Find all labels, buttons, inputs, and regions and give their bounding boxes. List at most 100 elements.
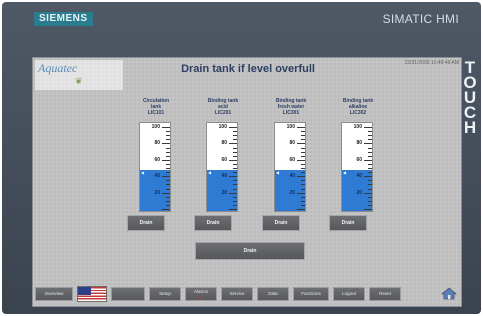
tank-tag: LIC201 <box>214 110 232 116</box>
gauge-tick <box>368 172 372 174</box>
gauge-tick <box>166 204 170 206</box>
level-gauge: 100 80 60 40 20 ◀ <box>341 122 373 212</box>
drain-fresh-water-button[interactable]: Drain <box>262 215 300 231</box>
level-gauge: 100 80 60 40 20 ◀ <box>206 122 238 212</box>
gauge-tick <box>162 127 170 128</box>
drain-circulation-button[interactable]: Drain <box>127 215 165 231</box>
home-icon[interactable] <box>441 287 457 300</box>
gauge-tick <box>166 200 170 202</box>
gauge-tick <box>297 176 305 178</box>
gauge-tick <box>368 151 372 153</box>
tank-label: Binding tank alkaline LIC302 <box>333 98 383 122</box>
gauge-tick <box>368 200 372 202</box>
gauge-tick <box>162 143 170 145</box>
gauge-tick <box>368 188 372 190</box>
gauge-tick <box>364 209 372 210</box>
tank-circulation: Circulation tank LIC101 100 80 60 40 20 ◀ <box>131 98 181 212</box>
tank-label: Circulation tank LIC101 <box>131 98 181 122</box>
gauge-tick <box>162 209 170 210</box>
tank-acid: Binding tank acid LIC201 100 80 60 40 20 ◀ <box>198 98 248 212</box>
nav-functions-button[interactable]: Functions <box>293 287 329 301</box>
drain-alkaline-button[interactable]: Drain <box>329 215 367 231</box>
gauge-tick <box>233 172 237 174</box>
hmi-screen: Aquatec ❦ Drain tank if level overfull 1… <box>32 57 462 307</box>
level-marker-icon: ◀ <box>343 170 347 176</box>
tank-tag: LIC302 <box>349 110 367 116</box>
gauge-tick <box>368 180 372 182</box>
gauge-tick <box>368 168 372 169</box>
gauge-tick-label: 60 <box>289 156 295 163</box>
level-marker-icon: ◀ <box>141 170 145 176</box>
level-gauge: 100 80 60 40 20 ◀ <box>139 122 171 212</box>
date-time-display: 12/31/2000 10:49:49 AM <box>404 60 460 66</box>
gauge-tick <box>162 192 170 194</box>
gauge-tick <box>233 147 237 149</box>
gauge-tick-label: 80 <box>289 140 295 147</box>
gauge-tick <box>301 135 305 137</box>
page-title: Drain tank if level overfull <box>181 63 315 75</box>
drain-acid-button[interactable]: Drain <box>194 215 232 231</box>
gauge-tick <box>364 192 372 194</box>
gauge-tick <box>233 163 237 165</box>
gauge-tick <box>233 196 237 198</box>
tank-tag: LIC301 <box>282 110 300 116</box>
gauge-tick <box>233 184 237 186</box>
gauge-tick <box>301 155 305 157</box>
gauge-tick <box>301 200 305 202</box>
nav-alarms-button[interactable]: Alarms ⚠ <box>185 287 217 301</box>
gauge-tick <box>162 159 170 161</box>
gauge-tick <box>229 192 237 194</box>
gauge-tick <box>233 168 237 169</box>
gauge-tick <box>166 168 170 169</box>
drain-all-button[interactable]: Drain <box>195 242 305 260</box>
gauge-tick <box>368 135 372 137</box>
gauge-tick <box>364 176 372 178</box>
gauge-tick <box>301 131 305 133</box>
nav-logout-button[interactable]: Logout <box>333 287 365 301</box>
nav-overview-button[interactable]: Overview <box>35 287 73 301</box>
gauge-tick <box>166 180 170 182</box>
gauge-tick <box>368 131 372 133</box>
gauge-tick <box>301 180 305 182</box>
gauge-tick-label: 20 <box>154 189 160 196</box>
tank-label: Binding tank fresh water LIC301 <box>266 98 316 122</box>
nav-blank-button[interactable] <box>111 287 145 301</box>
gauge-tick <box>166 184 170 186</box>
gauge-tick <box>301 151 305 153</box>
gauge-tick <box>301 172 305 174</box>
nav-data-button[interactable]: Data <box>257 287 289 301</box>
gauge-tick <box>297 143 305 145</box>
gauge-tick <box>229 209 237 210</box>
gauge-tick <box>166 135 170 137</box>
gauge-tick <box>368 163 372 165</box>
gauge-tick <box>166 151 170 153</box>
nav-reset-button[interactable]: Reset <box>369 287 401 301</box>
gauge-tick <box>233 131 237 133</box>
tank-label: Binding tank acid LIC201 <box>198 98 248 122</box>
gauge-tick <box>368 155 372 157</box>
gauge-tick-label: 40 <box>356 173 362 180</box>
gauge-tick-label: 20 <box>221 189 227 196</box>
gauge-tick <box>166 131 170 133</box>
tank-alkaline: Binding tank alkaline LIC302 100 80 60 40 20… <box>333 98 383 212</box>
gauge-tick <box>233 200 237 202</box>
gauge-tick <box>166 155 170 157</box>
gauge-tick-label: 80 <box>221 140 227 147</box>
gauge-tick-label: 100 <box>286 124 295 130</box>
nav-service-button[interactable]: Service <box>221 287 253 301</box>
gauge-tick-label: 20 <box>289 189 295 196</box>
gauge-tick <box>301 147 305 149</box>
gauge-tick <box>368 147 372 149</box>
hmi-bezel: SIEMENS SIMATIC HMI TOUCH Aquatec ❦ Drai… <box>2 2 481 314</box>
gauge-tick-label: 60 <box>154 156 160 163</box>
gauge-tick <box>166 172 170 174</box>
level-marker-icon: ◀ <box>276 170 280 176</box>
gauge-tick-label: 80 <box>154 140 160 147</box>
nav-setup-button[interactable]: Setup <box>149 287 181 301</box>
flag-canton <box>78 287 91 295</box>
touch-side-label: TOUCH <box>463 58 477 137</box>
gauge-tick <box>297 192 305 194</box>
gauge-tick-label: 100 <box>353 124 362 130</box>
gauge-tick-label: 20 <box>356 189 362 196</box>
language-flag-us-icon[interactable] <box>77 286 107 302</box>
